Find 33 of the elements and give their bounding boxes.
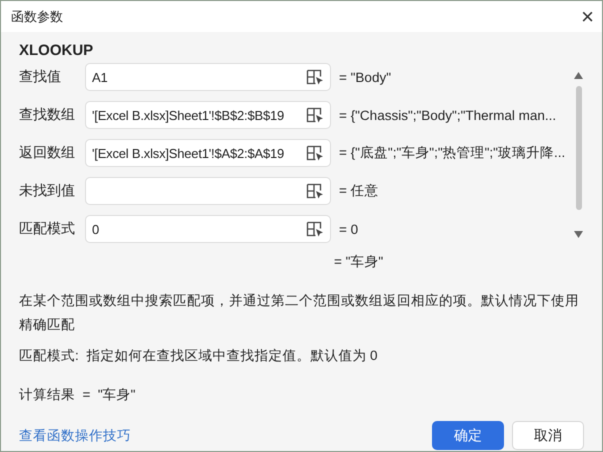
argument-result: = 任意 [339,182,379,200]
window-title: 函数参数 [11,8,63,26]
scroll-up-icon[interactable] [574,72,583,79]
argument-help: 匹配模式: 指定如何在查找区域中查找指定值。默认值为 0 [19,347,379,365]
argument-label: 返回数组 [19,144,76,162]
argument-result: = {"Chassis";"Body";"Thermal man... [339,108,556,122]
argument-field[interactable]: 0 [85,215,331,243]
help-link[interactable]: 查看函数操作技巧 [19,426,131,444]
argument-field[interactable] [85,177,331,205]
close-button[interactable]: × [581,6,594,28]
range-select-icon[interactable] [306,183,324,199]
range-select-icon[interactable] [306,145,324,161]
argument-result: = {"底盘";"车身";"热管理";"玻璃升降... [339,144,566,162]
range-select-icon[interactable] [306,69,324,85]
argument-result: = 0 [339,222,358,236]
argument-label: 匹配模式 [19,220,76,238]
range-select-icon[interactable] [306,107,324,123]
ok-button[interactable]: 确定 [432,421,504,450]
function-description: 在某个范围或数组中搜索匹配项，并通过第二个范围或数组返回相应的项。默认情况下使用精确匹配 [19,292,580,334]
argument-field[interactable]: '[Excel B.xlsx]Sheet1'!$B$2:$B$19 [85,101,331,129]
cancel-button[interactable]: 取消 [512,421,584,450]
range-select-icon[interactable] [306,221,324,237]
function-result: = "车身" [334,253,384,271]
scrollbar-thumb[interactable] [576,86,582,210]
argument-label: 查找数组 [19,106,76,124]
argument-field[interactable]: '[Excel B.xlsx]Sheet1'!$A$2:$A$19 [85,139,331,167]
scroll-down-icon[interactable] [574,231,583,238]
argument-result: = "Body" [339,70,391,84]
argument-label: 未找到值 [19,182,76,200]
argument-field[interactable]: A1 [85,63,331,91]
calculation-result: 计算结果 = "车身" [19,386,136,404]
function-name: XLOOKUP [19,42,94,61]
argument-label: 查找值 [19,68,62,86]
